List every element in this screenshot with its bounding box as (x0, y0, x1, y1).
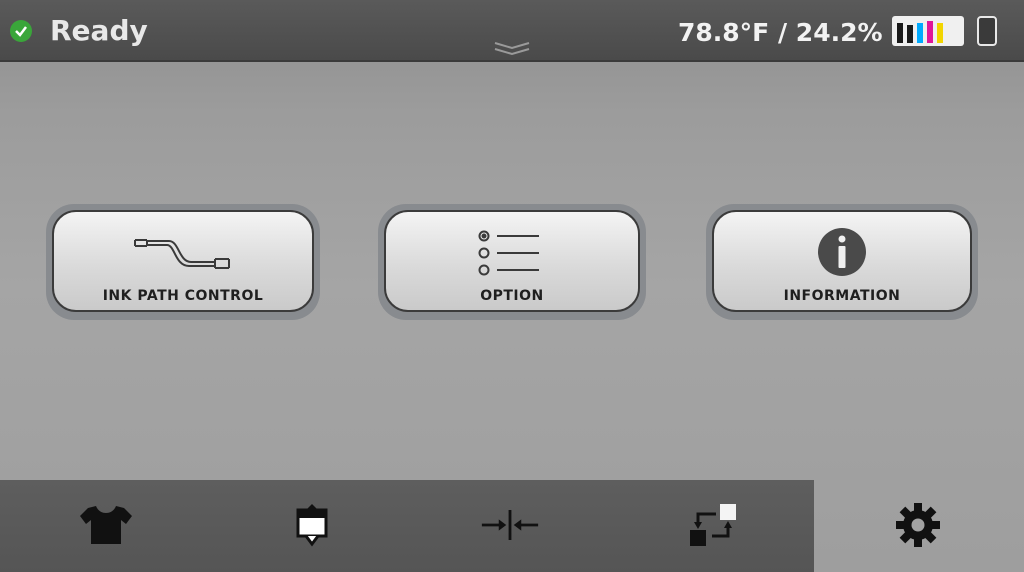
ink-level-indicator[interactable] (892, 16, 964, 46)
ink-path-control-button[interactable]: INK PATH CONTROL (52, 210, 314, 312)
align-icon[interactable] (480, 500, 540, 550)
check-icon (10, 20, 32, 42)
status-label: Ready (50, 14, 148, 47)
temperature-humidity: 78.8°F / 24.2% (678, 18, 883, 47)
waste-tank-icon[interactable] (977, 16, 997, 46)
button-label: OPTION (480, 288, 544, 304)
ink-bar (917, 23, 923, 43)
information-button[interactable]: INFORMATION (712, 210, 972, 312)
gear-icon[interactable] (888, 500, 948, 550)
ink-bar (927, 21, 933, 43)
ink-bar (897, 23, 903, 43)
print-head-icon[interactable] (282, 500, 342, 550)
swap-icon[interactable] (682, 500, 742, 550)
button-label: INK PATH CONTROL (102, 288, 264, 304)
printer-screen: Ready 78.8°F / 24.2% INK PATH CONTROL OP… (0, 0, 1024, 572)
button-label: INFORMATION (783, 288, 901, 304)
option-list-icon (477, 228, 547, 276)
status-bar: Ready 78.8°F / 24.2% (0, 0, 1024, 62)
info-icon (817, 228, 867, 276)
ink-bar (907, 25, 913, 43)
tshirt-icon[interactable] (76, 500, 136, 550)
ink-path-icon (133, 228, 233, 276)
pull-down-handle-icon[interactable] (493, 40, 531, 60)
ink-bar (937, 23, 943, 43)
option-button[interactable]: OPTION (384, 210, 640, 312)
